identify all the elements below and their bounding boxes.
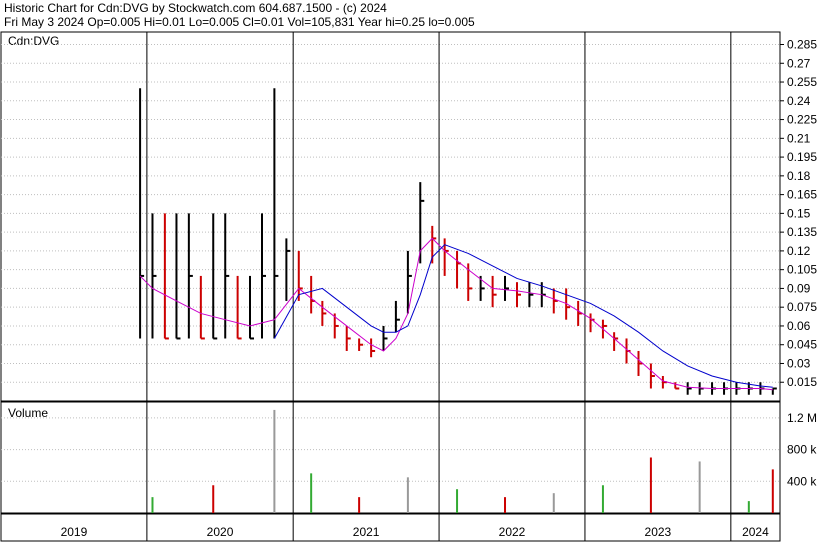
volume-bar: [504, 497, 507, 513]
volume-bar: [358, 497, 361, 513]
volume-bar: [273, 409, 276, 513]
year-label: 2023: [645, 525, 672, 539]
price-tick-label: 0.15: [787, 206, 811, 220]
price-tick-label: 0.015: [787, 375, 817, 389]
year-label: 2019: [61, 525, 88, 539]
price-tick-label: 0.225: [787, 113, 817, 127]
price-tick-label: 0.06: [787, 319, 811, 333]
year-label: 2020: [207, 525, 234, 539]
price-tick-label: 0.165: [787, 188, 817, 202]
volume-bar: [406, 477, 409, 513]
price-tick-label: 0.105: [787, 263, 817, 277]
price-tick-label: 0.285: [787, 38, 817, 52]
volume-panel-frame: [0, 401, 781, 514]
price-tick-label: 0.24: [787, 94, 811, 108]
volume-bar: [151, 497, 154, 513]
price-tick-label: 0.195: [787, 150, 817, 164]
volume-bar: [747, 501, 750, 513]
volume-bar: [456, 489, 459, 513]
price-tick-label: 0.03: [787, 356, 811, 370]
year-label: 2021: [353, 525, 380, 539]
volume-bar: [310, 473, 313, 513]
price-tick-label: 0.18: [787, 169, 811, 183]
moving-average-long-line: [273, 244, 773, 388]
volume-tick-label: 800 k: [787, 443, 817, 457]
volume-bar: [212, 485, 215, 513]
volume-bar: [698, 461, 701, 513]
volume-tick-label: 400 k: [787, 474, 817, 488]
price-tick-label: 0.075: [787, 300, 817, 314]
volume-bar: [552, 493, 555, 513]
price-tick-label: 0.12: [787, 244, 811, 258]
stock-chart: Cdn:DVG Volume 0.2850.270.2550.240.2250.…: [0, 31, 817, 542]
volume-bar: [771, 469, 774, 513]
price-tick-label: 0.255: [787, 75, 817, 89]
price-panel-symbol: Cdn:DVG: [8, 34, 59, 48]
price-tick-label: 0.21: [787, 131, 811, 145]
price-tick-label: 0.135: [787, 225, 817, 239]
year-label: 2024: [742, 525, 769, 539]
price-tick-label: 0.27: [787, 56, 811, 70]
price-tick-label: 0.09: [787, 281, 811, 295]
price-tick-label: 0.045: [787, 338, 817, 352]
year-label: 2022: [499, 525, 526, 539]
volume-bar: [601, 485, 604, 513]
volume-tick-label: 1.2 M: [787, 411, 817, 425]
price-panel-frame: [0, 31, 781, 402]
volume-bar: [649, 457, 652, 513]
